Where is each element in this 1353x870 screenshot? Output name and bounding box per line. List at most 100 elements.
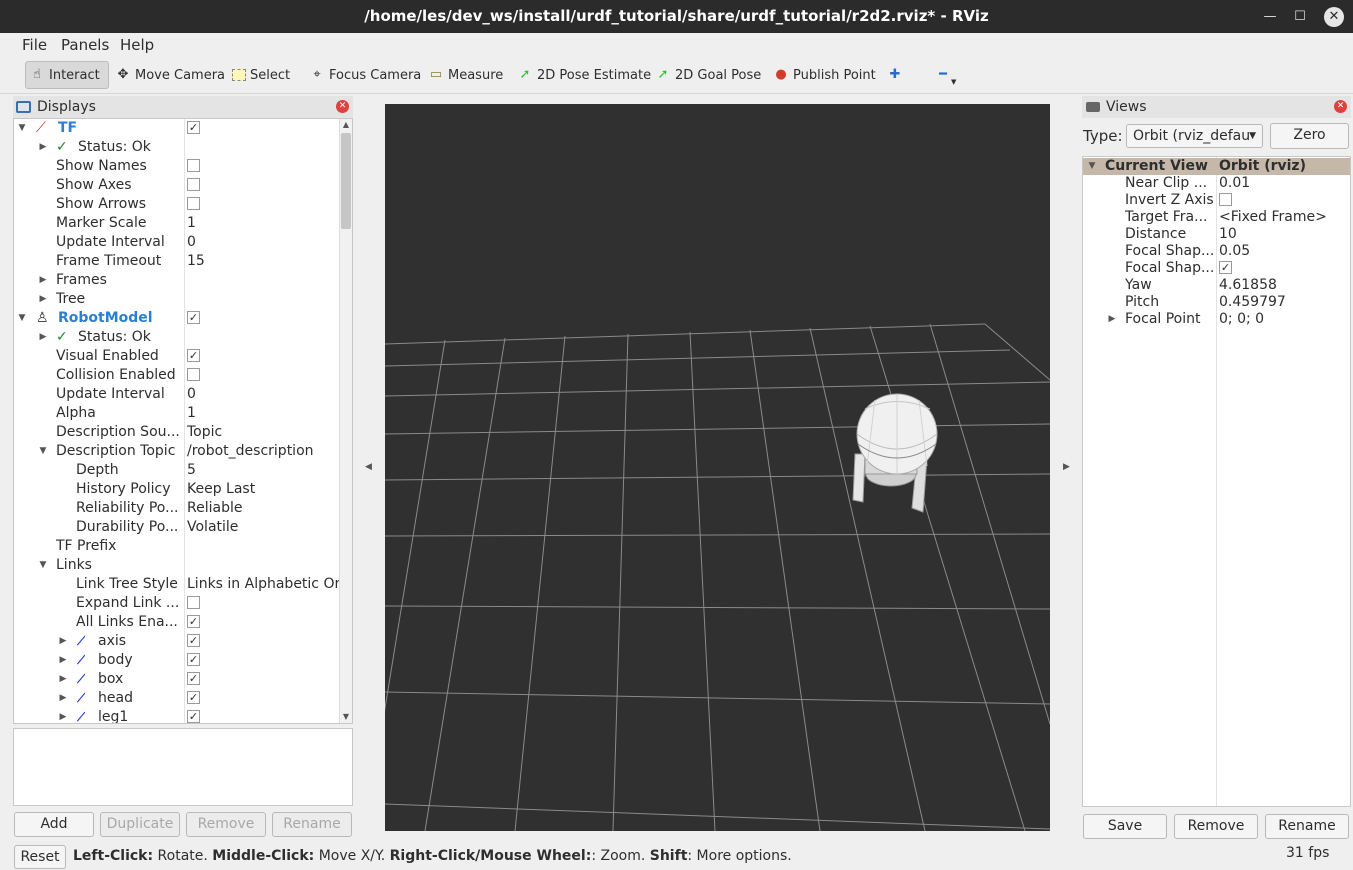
scroll-down-icon[interactable]: ▼ (340, 711, 352, 723)
remove-tool-button[interactable]: ━ ▼ (932, 61, 959, 89)
tree-row-robotmodel[interactable]: ▼ ♙ RobotModel ✓ (14, 309, 340, 328)
expand-arrow-icon[interactable]: ▶ (58, 670, 68, 689)
view-prop-row[interactable]: Target Fra... <Fixed Frame> (1083, 209, 1350, 226)
publish-point-tool-button[interactable]: ● Publish Point (770, 61, 879, 89)
expand-arrow-icon[interactable]: ▶ (38, 328, 48, 347)
goal-pose-tool-button[interactable]: ➚ 2D Goal Pose (652, 61, 764, 89)
menu-file[interactable]: File (22, 36, 47, 54)
minimize-button[interactable]: — (1260, 7, 1280, 27)
link-checkbox[interactable]: ✓ (187, 632, 339, 651)
tree-row-frames[interactable]: ▶ Frames (14, 271, 340, 290)
tree-row-status[interactable]: ▶ ✓ Status: Ok (14, 328, 340, 347)
reset-button[interactable]: Reset (14, 845, 66, 869)
tree-row[interactable]: Expand Link ... (14, 594, 340, 613)
close-button[interactable]: ✕ (1324, 7, 1344, 27)
tree-row[interactable]: ▼ Description Topic /robot_description (14, 442, 340, 461)
expand-arrow-icon[interactable]: ▼ (1087, 158, 1097, 175)
view-type-select[interactable]: Orbit (rviz_defau ▼ (1126, 124, 1263, 148)
tree-row[interactable]: All Links Ena... ✓ (14, 613, 340, 632)
menu-panels[interactable]: Panels (61, 36, 109, 54)
tree-row[interactable]: Marker Scale 1 (14, 214, 340, 233)
tree-row[interactable]: TF Prefix (14, 537, 340, 556)
tree-row[interactable]: Alpha 1 (14, 404, 340, 423)
tree-row[interactable]: Collision Enabled (14, 366, 340, 385)
tree-row-link[interactable]: ▶ ⟋ box ✓ (14, 670, 340, 689)
select-tool-button[interactable]: Select (229, 61, 293, 89)
view-prop-row[interactable]: Focal Shap... 0.05 (1083, 243, 1350, 260)
measure-tool-button[interactable]: ▭ Measure (425, 61, 506, 89)
tree-row-link[interactable]: ▶ ⟋ body ✓ (14, 651, 340, 670)
expand-link-checkbox[interactable] (187, 594, 339, 613)
expand-arrow-icon[interactable]: ▶ (58, 651, 68, 670)
tree-row[interactable]: Description Sou... Topic (14, 423, 340, 442)
displays-close-icon[interactable]: ✕ (336, 100, 349, 113)
move-camera-tool-button[interactable]: ✥ Move Camera (112, 61, 228, 89)
tree-row[interactable]: History Policy Keep Last (14, 480, 340, 499)
view-prop-row[interactable]: Near Clip ... 0.01 (1083, 175, 1350, 192)
remove-view-button[interactable]: Remove (1174, 814, 1258, 839)
all-links-enabled-checkbox[interactable]: ✓ (187, 613, 339, 632)
link-checkbox[interactable]: ✓ (187, 689, 339, 708)
collapse-right-icon[interactable]: ▶ (1063, 462, 1070, 472)
rename-view-button[interactable]: Rename (1265, 814, 1349, 839)
expand-arrow-icon[interactable]: ▼ (38, 556, 48, 575)
tree-row[interactable]: Durability Po... Volatile (14, 518, 340, 537)
tree-row-links[interactable]: ▼ Links (14, 556, 340, 575)
view-prop-row[interactable]: Distance 10 (1083, 226, 1350, 243)
tree-row[interactable]: Show Arrows (14, 195, 340, 214)
expand-arrow-icon[interactable]: ▶ (58, 708, 68, 723)
tree-row[interactable]: Reliability Po... Reliable (14, 499, 340, 518)
expand-arrow-icon[interactable]: ▶ (38, 290, 48, 309)
pose-estimate-tool-button[interactable]: ➚ 2D Pose Estimate (514, 61, 654, 89)
displays-scrollbar[interactable]: ▲ ▼ (339, 119, 352, 723)
link-checkbox[interactable]: ✓ (187, 651, 339, 670)
tree-row-link[interactable]: ▶ ⟋ leg1 ✓ (14, 708, 340, 723)
maximize-button[interactable]: ☐ (1290, 7, 1310, 27)
tree-row[interactable]: Visual Enabled ✓ (14, 347, 340, 366)
tree-row[interactable]: Update Interval 0 (14, 385, 340, 404)
expand-arrow-icon[interactable]: ▼ (17, 119, 27, 138)
tree-row[interactable]: Show Axes (14, 176, 340, 195)
collapse-left-icon[interactable]: ◀ (365, 462, 372, 472)
view-prop-row[interactable]: Yaw 4.61858 (1083, 277, 1350, 294)
tree-row-tf[interactable]: ▼ ⟋ TF ✓ (14, 119, 340, 138)
tree-row[interactable]: Update Interval 0 (14, 233, 340, 252)
expand-arrow-icon[interactable]: ▼ (17, 309, 27, 328)
view-prop-row[interactable]: Invert Z Axis (1083, 192, 1350, 209)
tree-row-link[interactable]: ▶ ⟋ head ✓ (14, 689, 340, 708)
expand-arrow-icon[interactable]: ▼ (38, 442, 48, 461)
expand-arrow-icon[interactable]: ▶ (1107, 311, 1117, 328)
scroll-up-icon[interactable]: ▲ (340, 119, 352, 131)
view-prop-row[interactable]: Focal Shap... ✓ (1083, 260, 1350, 277)
views-close-icon[interactable]: ✕ (1334, 100, 1347, 113)
view-prop-row[interactable]: Pitch 0.459797 (1083, 294, 1350, 311)
tree-row-status[interactable]: ▶ ✓ Status: Ok (14, 138, 340, 157)
show-names-checkbox[interactable] (187, 157, 339, 176)
tf-enabled-checkbox[interactable]: ✓ (187, 119, 339, 138)
collision-enabled-checkbox[interactable] (187, 366, 339, 385)
link-checkbox[interactable]: ✓ (187, 670, 339, 689)
expand-arrow-icon[interactable]: ▶ (58, 632, 68, 651)
show-axes-checkbox[interactable] (187, 176, 339, 195)
visual-enabled-checkbox[interactable]: ✓ (187, 347, 339, 366)
robotmodel-enabled-checkbox[interactable]: ✓ (187, 309, 339, 328)
expand-arrow-icon[interactable]: ▶ (38, 138, 48, 157)
tree-row[interactable]: Depth 5 (14, 461, 340, 480)
current-view-row[interactable]: ▼ Current View Orbit (rviz) (1083, 158, 1350, 175)
tree-row[interactable]: Show Names (14, 157, 340, 176)
show-arrows-checkbox[interactable] (187, 195, 339, 214)
menu-help[interactable]: Help (120, 36, 154, 54)
3d-render-view[interactable] (364, 104, 1051, 832)
link-checkbox[interactable]: ✓ (187, 708, 339, 723)
save-view-button[interactable]: Save (1083, 814, 1167, 839)
tree-row[interactable]: Frame Timeout 15 (14, 252, 340, 271)
duplicate-display-button[interactable]: Duplicate (100, 812, 180, 837)
scrollbar-thumb[interactable] (341, 133, 351, 229)
interact-tool-button[interactable]: ☝ Interact (25, 61, 109, 89)
focal-shape-checkbox[interactable]: ✓ (1219, 260, 1232, 277)
expand-arrow-icon[interactable]: ▶ (58, 689, 68, 708)
expand-arrow-icon[interactable]: ▶ (38, 271, 48, 290)
add-display-button[interactable]: Add (14, 812, 94, 837)
view-prop-row[interactable]: ▶ Focal Point 0; 0; 0 (1083, 311, 1350, 328)
add-tool-button[interactable]: ✚ (884, 61, 906, 89)
